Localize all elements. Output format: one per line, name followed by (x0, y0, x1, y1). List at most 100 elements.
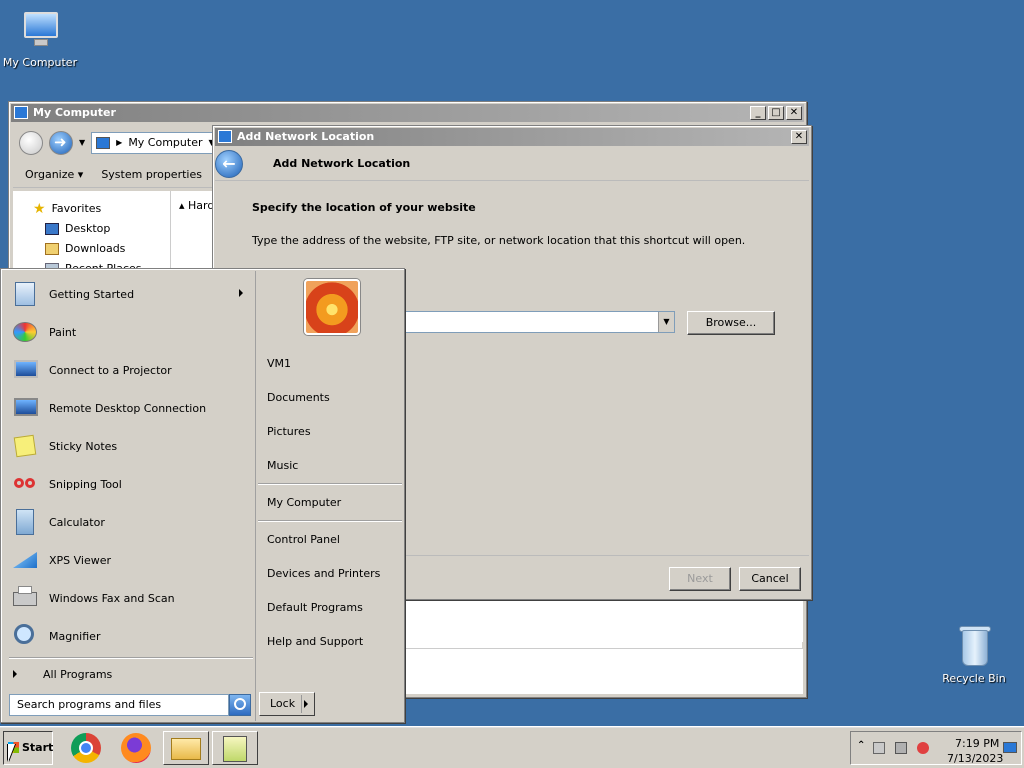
start-item-paint[interactable]: Paint (9, 313, 249, 351)
mouse-cursor-icon (8, 744, 15, 762)
start-item-getting-started[interactable]: Getting Started (9, 275, 249, 313)
taskbar-file-explorer[interactable] (163, 731, 209, 765)
start-item-calculator[interactable]: Calculator (9, 503, 249, 541)
nav-desktop[interactable]: Desktop (13, 219, 170, 239)
taskbar: Start ⌃ 7:19 PM 7/13/2023 (0, 726, 1024, 768)
all-programs-item[interactable]: All Programs (13, 664, 112, 684)
magnifier-icon (9, 620, 41, 652)
chevron-right-icon[interactable] (304, 700, 308, 708)
search-icon[interactable] (229, 694, 251, 716)
start-item-xps-viewer[interactable]: XPS Viewer (9, 541, 249, 579)
desktop-icon-label: My Computer (2, 56, 78, 69)
start-menu-places: VM1 Documents Pictures Music My Computer… (255, 271, 403, 721)
forward-button[interactable] (49, 130, 73, 155)
action-center-icon[interactable] (873, 742, 887, 756)
recycle-bin-icon (952, 624, 996, 668)
taskbar-firefox[interactable] (114, 731, 160, 765)
minimize-button[interactable]: _ (750, 106, 766, 120)
firefox-icon (121, 733, 151, 763)
desktop-icon (45, 223, 59, 235)
separator (258, 520, 402, 522)
remote-desktop-icon (9, 392, 41, 424)
cancel-button[interactable]: Cancel (739, 567, 801, 591)
chevron-right-icon: ▶ (116, 138, 123, 147)
start-item-magnifier[interactable]: Magnifier (9, 617, 249, 655)
user-picture[interactable] (304, 279, 360, 335)
sticky-notes-icon (9, 430, 41, 462)
close-button[interactable]: ✕ (791, 130, 807, 144)
start-item-connect-projector[interactable]: Connect to a Projector (9, 351, 249, 389)
wizard-description: Type the address of the website, FTP sit… (252, 234, 746, 247)
start-item-fax-scan[interactable]: Windows Fax and Scan (9, 579, 249, 617)
calculator-icon (9, 506, 41, 538)
network-address-combobox[interactable]: ▼ (405, 311, 675, 333)
hard-disk-group-header[interactable]: ▴ Hard (179, 199, 214, 212)
computer-icon (14, 106, 28, 119)
dialog-titlebar[interactable]: Add Network Location ✕ (215, 128, 809, 146)
clock-date[interactable]: 7/13/2023 (947, 752, 1003, 765)
next-button[interactable]: Next (669, 567, 731, 591)
notification-area: ⌃ 7:19 PM 7/13/2023 (850, 731, 1022, 765)
taskbar-network-app[interactable] (212, 731, 258, 765)
start-item-snipping-tool[interactable]: Snipping Tool (9, 465, 249, 503)
wizard-header: ← Add Network Location (215, 148, 809, 182)
start-item-pictures[interactable]: Pictures (267, 422, 311, 442)
start-item-sticky-notes[interactable]: Sticky Notes (9, 427, 249, 465)
start-item-help-support[interactable]: Help and Support (267, 632, 363, 652)
fax-scan-icon (9, 582, 41, 614)
chevron-up-icon[interactable]: ⌃ (857, 740, 865, 751)
maximize-button[interactable]: □ (768, 106, 784, 120)
desktop-icon-label: Recycle Bin (942, 672, 1006, 685)
star-icon: ★ (33, 201, 46, 217)
xps-viewer-icon (9, 544, 41, 576)
chrome-icon (71, 733, 101, 763)
separator (258, 483, 402, 485)
browse-button[interactable]: Browse... (687, 311, 775, 335)
back-button[interactable] (19, 130, 43, 155)
start-item-devices-printers[interactable]: Devices and Printers (267, 564, 380, 584)
start-item-user[interactable]: VM1 (267, 354, 291, 374)
start-menu-programs: Getting Started Paint Connect to a Proje… (3, 271, 255, 721)
system-properties-button[interactable]: System properties (101, 168, 202, 181)
start-item-control-panel[interactable]: Control Panel (267, 530, 340, 550)
computer-icon (18, 8, 62, 52)
start-item-documents[interactable]: Documents (267, 388, 330, 408)
nav-favorites[interactable]: ★ Favorites (13, 199, 170, 219)
wizard-title: Add Network Location (273, 157, 411, 170)
taskbar-chrome[interactable] (64, 731, 110, 765)
address-text: My Computer (128, 136, 203, 149)
getting-started-icon (9, 278, 41, 310)
back-arrow-icon[interactable]: ← (215, 150, 243, 178)
chevron-down-icon[interactable]: ▼ (658, 312, 674, 332)
network-app-icon (223, 736, 247, 762)
separator (9, 657, 253, 659)
wizard-heading: Specify the location of your website (252, 201, 476, 214)
desktop-icon-my-computer[interactable]: My Computer (0, 8, 80, 69)
volume-muted-icon[interactable] (917, 742, 931, 756)
desktop-icon-recycle-bin[interactable]: Recycle Bin (934, 624, 1014, 685)
network-icon[interactable] (895, 742, 909, 756)
file-explorer-icon (171, 738, 201, 760)
details-pane (404, 648, 803, 694)
clock-time[interactable]: 7:19 PM (955, 737, 999, 750)
start-item-music[interactable]: Music (267, 456, 298, 476)
show-desktop-icon[interactable] (1003, 742, 1017, 756)
snipping-tool-icon (9, 468, 41, 500)
projector-icon (9, 354, 41, 386)
close-button[interactable]: ✕ (786, 106, 802, 120)
chevron-right-icon (239, 289, 243, 297)
chevron-down-icon[interactable]: ▼ (79, 138, 85, 147)
organize-button[interactable]: Organize ▾ (25, 168, 83, 181)
start-item-computer[interactable]: My Computer (267, 493, 341, 513)
chevron-right-icon (13, 670, 17, 678)
start-item-remote-desktop[interactable]: Remote Desktop Connection (9, 389, 249, 427)
search-input[interactable]: Search programs and files (9, 694, 229, 716)
start-item-default-programs[interactable]: Default Programs (267, 598, 363, 618)
window-title: My Computer (33, 106, 116, 119)
window-titlebar[interactable]: My Computer _ □ ✕ (11, 104, 804, 122)
nav-downloads[interactable]: Downloads (13, 239, 170, 259)
start-menu: Getting Started Paint Connect to a Proje… (0, 268, 405, 723)
explorer-content-area (404, 600, 803, 642)
dialog-title: Add Network Location (237, 130, 375, 143)
computer-icon (96, 136, 111, 149)
